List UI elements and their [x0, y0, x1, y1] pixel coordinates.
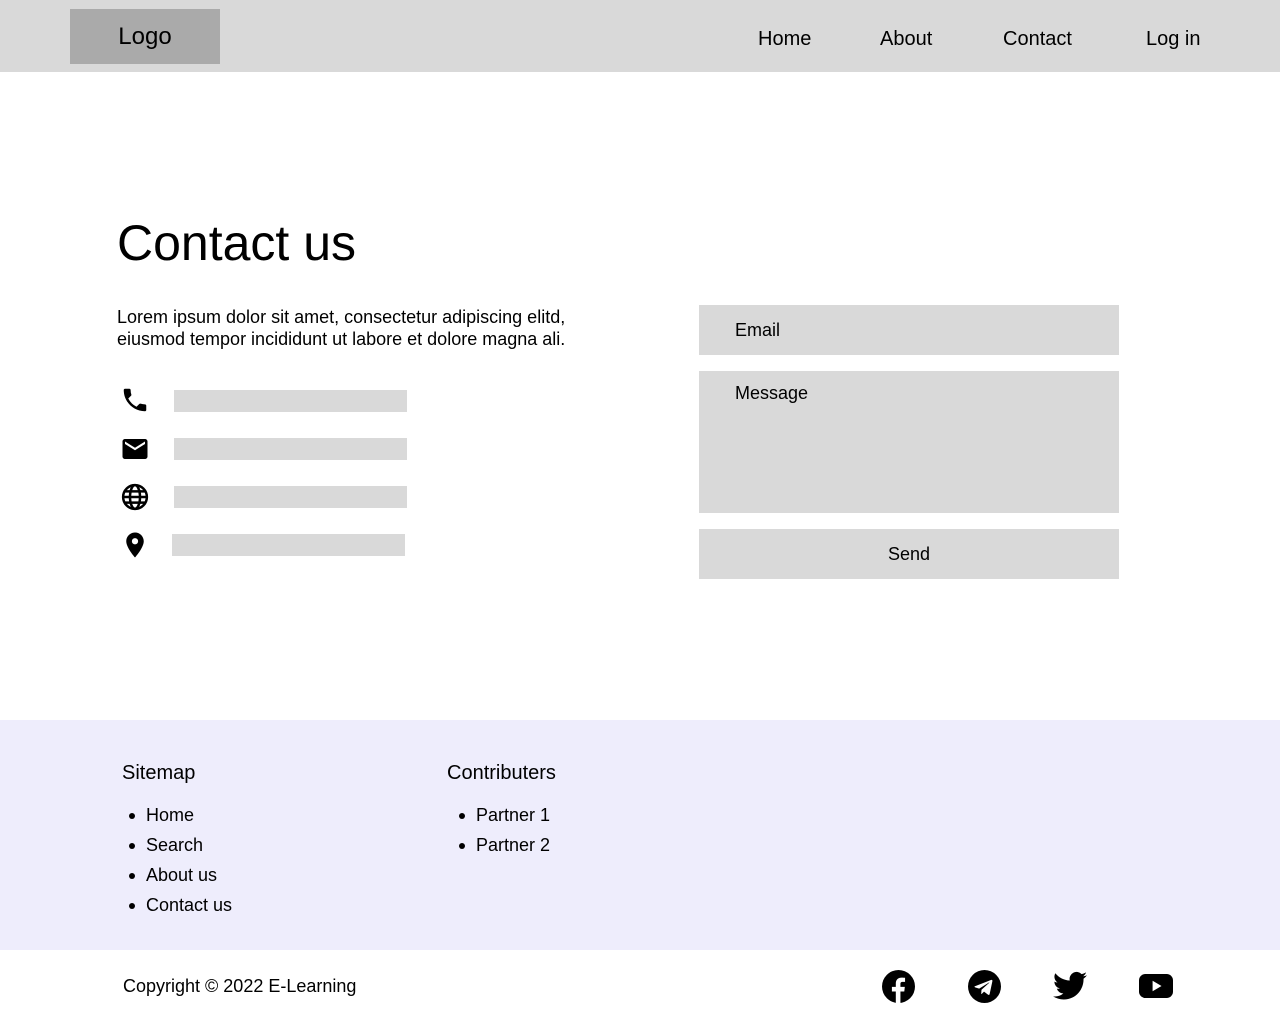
contributors-list: Partner 1 Partner 2: [452, 800, 550, 860]
bottom-bar: Copyright © 2022 E-Learning: [0, 950, 1280, 1021]
nav-about[interactable]: About: [880, 26, 932, 52]
nav-home[interactable]: Home: [758, 26, 811, 52]
sitemap-link-home[interactable]: Home: [122, 800, 232, 830]
nav-login[interactable]: Log in: [1146, 26, 1201, 52]
send-button[interactable]: Send: [699, 529, 1119, 579]
location-pin-icon: [118, 528, 152, 562]
email-field[interactable]: [699, 305, 1119, 355]
sitemap-link-contact-us[interactable]: Contact us: [122, 890, 232, 920]
sitemap-list: Home Search About us Contact us: [122, 800, 232, 920]
header: Logo Home About Contact Log in: [0, 0, 1280, 72]
website-value-placeholder: [174, 486, 407, 508]
message-field[interactable]: [699, 371, 1119, 513]
contributor-partner-2[interactable]: Partner 2: [452, 830, 550, 860]
youtube-icon[interactable]: [1139, 969, 1173, 1003]
address-value-placeholder: [172, 534, 405, 556]
globe-icon: [118, 480, 152, 514]
footer: Sitemap Home Search About us Contact us …: [0, 720, 1280, 950]
contributors-heading: Contributers: [447, 762, 556, 784]
contact-info-address: [118, 528, 152, 562]
intro-text: Lorem ipsum dolor sit amet, consectetur …: [117, 307, 566, 349]
telegram-icon[interactable]: [967, 969, 1001, 1003]
page-title: Contact us: [117, 215, 357, 271]
contributor-partner-1[interactable]: Partner 1: [452, 800, 550, 830]
mail-icon: [118, 432, 152, 466]
twitter-icon[interactable]: [1053, 969, 1087, 1003]
sitemap-heading: Sitemap: [122, 762, 196, 784]
contact-info-email: [118, 432, 152, 466]
copyright-text: Copyright © 2022 E-Learning: [123, 976, 357, 996]
contact-info-website: [118, 480, 152, 514]
email-value-placeholder: [174, 438, 407, 460]
contact-info-phone: [118, 383, 152, 417]
facebook-icon[interactable]: [881, 969, 915, 1003]
phone-value-placeholder: [174, 390, 407, 412]
phone-icon: [118, 383, 152, 417]
logo[interactable]: Logo: [70, 9, 220, 64]
sitemap-link-search[interactable]: Search: [122, 830, 232, 860]
sitemap-link-about-us[interactable]: About us: [122, 860, 232, 890]
nav-contact[interactable]: Contact: [1003, 26, 1072, 52]
